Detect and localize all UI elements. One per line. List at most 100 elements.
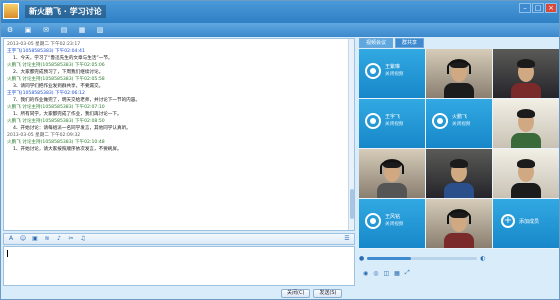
message-header: 火鹏飞 讨论主持(1058585383) 下午02:05:58 [7, 77, 105, 82]
person-body [377, 183, 407, 198]
message-body: 1、今天，学习了“鲁迅先生的文章与生活”一节。 [13, 56, 113, 61]
format-toolbar: A ☺ ▣ ≋ ♪ ✂ ♫ ☰ [3, 233, 355, 245]
shake-icon[interactable]: ≋ [43, 235, 51, 243]
person-hair [517, 109, 535, 118]
participant-video[interactable] [493, 149, 559, 198]
text-caret [7, 250, 8, 257]
participant-tile[interactable]: 王风铭 关闭视频 [359, 199, 425, 248]
message-body: 1、开始讨论，请大家按照顺序依次发言，不要刷屏。 [13, 147, 122, 152]
message-body: 2、大家都完成预习了，下周我们继续讨论。 [13, 70, 104, 75]
participant-video[interactable] [426, 49, 492, 98]
layout-icon[interactable]: ▦ [394, 270, 400, 277]
plus-icon: + [501, 214, 515, 228]
font-icon[interactable]: A [7, 235, 15, 243]
file-icon[interactable]: ▧ [95, 26, 105, 35]
person-body [511, 83, 541, 98]
camera-off-icon [432, 113, 448, 129]
chat-icon[interactable]: ▤ [59, 26, 69, 35]
volume-slider[interactable] [367, 256, 478, 260]
message-body: 4、开始讨论：请每组派一名同学发言，其他同学认真听。 [13, 126, 131, 131]
participant-name: 火鹏飞 [452, 114, 468, 120]
folder-icon[interactable]: ▣ [23, 26, 33, 35]
chat-notice: 2013-03-05 星期二 下午02:23:17 [7, 42, 81, 47]
message-body: 3、请同学们把作业发到群共享，不要漏交。 [13, 84, 104, 89]
image-icon[interactable]: ▣ [31, 235, 39, 243]
camera-off-icon [365, 213, 381, 229]
message-header: 王宇飞(1058585383) 下午02:06:12 [7, 91, 85, 96]
chat-notice: 2013-03-05 星期二 下午02:09:32 [7, 133, 81, 138]
speaker-icon[interactable]: ◐ [480, 255, 485, 262]
add-member-tile[interactable]: + 添加成员 [493, 199, 559, 248]
participant-video[interactable] [426, 199, 492, 248]
notes-icon[interactable]: ▦ [77, 26, 87, 35]
settings-icon[interactable]: ⚙ [5, 26, 15, 35]
headset-icon [447, 60, 471, 74]
window-title: 新火鹏飞 · 学习讨论 [25, 5, 106, 18]
message-body: 7、我们的作业做完了，明天交给老师，并讨论下一节的内容。 [13, 98, 140, 103]
person-body [444, 233, 474, 248]
video-grid: 王紫琳 关闭视频 王宇飞 关闭视频 火鹏飞 关闭视频 王风铭 关闭视频 + 添加成员 [359, 49, 559, 249]
participant-video[interactable] [493, 49, 559, 98]
camera-off-icon [365, 63, 381, 79]
camera-icon[interactable]: ◉ [363, 270, 368, 277]
title-bar[interactable]: 新火鹏飞 · 学习讨论 – □ × [1, 1, 559, 23]
scroll-thumb[interactable] [350, 189, 354, 219]
maximize-button[interactable]: □ [532, 3, 544, 13]
message-input[interactable] [3, 246, 355, 286]
window-controls: – □ × [519, 3, 557, 13]
participant-status: 关闭视频 [452, 122, 471, 127]
fullscreen-icon[interactable]: ⤢ [405, 269, 410, 277]
person-body [511, 133, 541, 148]
headset-icon [380, 160, 404, 174]
mail-icon[interactable]: ✉ [41, 26, 51, 35]
share-screen-icon[interactable]: ◫ [384, 270, 390, 277]
participant-status: 关闭视频 [385, 222, 404, 227]
music-icon[interactable]: ♫ [79, 235, 87, 243]
tab-video-conference[interactable]: 视频会议 [359, 38, 394, 48]
tab-group-files[interactable]: 群共享 [395, 38, 425, 48]
emoji-icon[interactable]: ☺ [19, 235, 27, 243]
history-icon[interactable]: ☰ [343, 235, 351, 243]
participant-tile[interactable]: 王宇飞 关闭视频 [359, 99, 425, 148]
participant-video[interactable] [426, 149, 492, 198]
person-hair [450, 159, 468, 168]
participant-name: 王紫琳 [385, 64, 401, 70]
chat-window: 新火鹏飞 · 学习讨论 – □ × ⚙ ▣ ✉ ▤ ▦ ▧ 2013-03-05… [0, 0, 560, 300]
camera-off-icon [365, 113, 381, 129]
chat-history[interactable]: 2013-03-05 星期二 下午02:23:17 王宇飞(1058585383)… [3, 38, 355, 231]
close-window-button[interactable]: × [545, 3, 557, 13]
person-hair [517, 59, 535, 68]
participant-status: 关闭视频 [385, 122, 404, 127]
message-header: 火鹏飞 讨论主持(1058585383) 下午02:07:10 [7, 105, 105, 110]
minimize-button[interactable]: – [519, 3, 531, 13]
message-body: 1、所有同学，大家都完成了作业，我们再讨论一下。 [13, 112, 122, 117]
message-header: 火鹏飞 讨论主持(1058585383) 下午02:10:48 [7, 140, 105, 145]
message-header: 火鹏飞 讨论主持(1058585383) 下午02:05:06 [7, 63, 105, 68]
volume-control: ● ◐ [359, 253, 559, 263]
send-button[interactable]: 发送(S) [313, 289, 343, 298]
participant-name: 王风铭 [385, 214, 401, 220]
voice-icon[interactable]: ♪ [55, 235, 63, 243]
participant-status: 关闭视频 [385, 72, 404, 77]
mic-icon[interactable]: ● [359, 255, 364, 262]
participant-tile[interactable]: 火鹏飞 关闭视频 [426, 99, 492, 148]
headset-icon [447, 210, 471, 224]
participant-name: 王宇飞 [385, 114, 401, 120]
group-avatar[interactable] [3, 3, 19, 19]
participant-tile[interactable]: 王紫琳 关闭视频 [359, 49, 425, 98]
screenshot-icon[interactable]: ✂ [67, 235, 75, 243]
message-header: 王宇飞(1058585383) 下午02:04:41 [7, 49, 85, 54]
person-body [444, 83, 474, 98]
volume-fill [367, 256, 412, 260]
participant-video[interactable] [359, 149, 425, 198]
person-hair [517, 159, 535, 168]
person-body [511, 183, 541, 198]
person-body [444, 183, 474, 198]
bottom-buttons: 关闭(C) 发送(S) [281, 289, 343, 298]
microphone-icon[interactable]: ◎ [373, 270, 378, 277]
close-button[interactable]: 关闭(C) [281, 289, 311, 298]
participant-video[interactable] [493, 99, 559, 148]
chat-scrollbar[interactable] [348, 39, 354, 230]
message-list: 2013-03-05 星期二 下午02:23:17 王宇飞(1058585383)… [4, 39, 354, 155]
toolbar: ⚙ ▣ ✉ ▤ ▦ ▧ [1, 23, 559, 37]
